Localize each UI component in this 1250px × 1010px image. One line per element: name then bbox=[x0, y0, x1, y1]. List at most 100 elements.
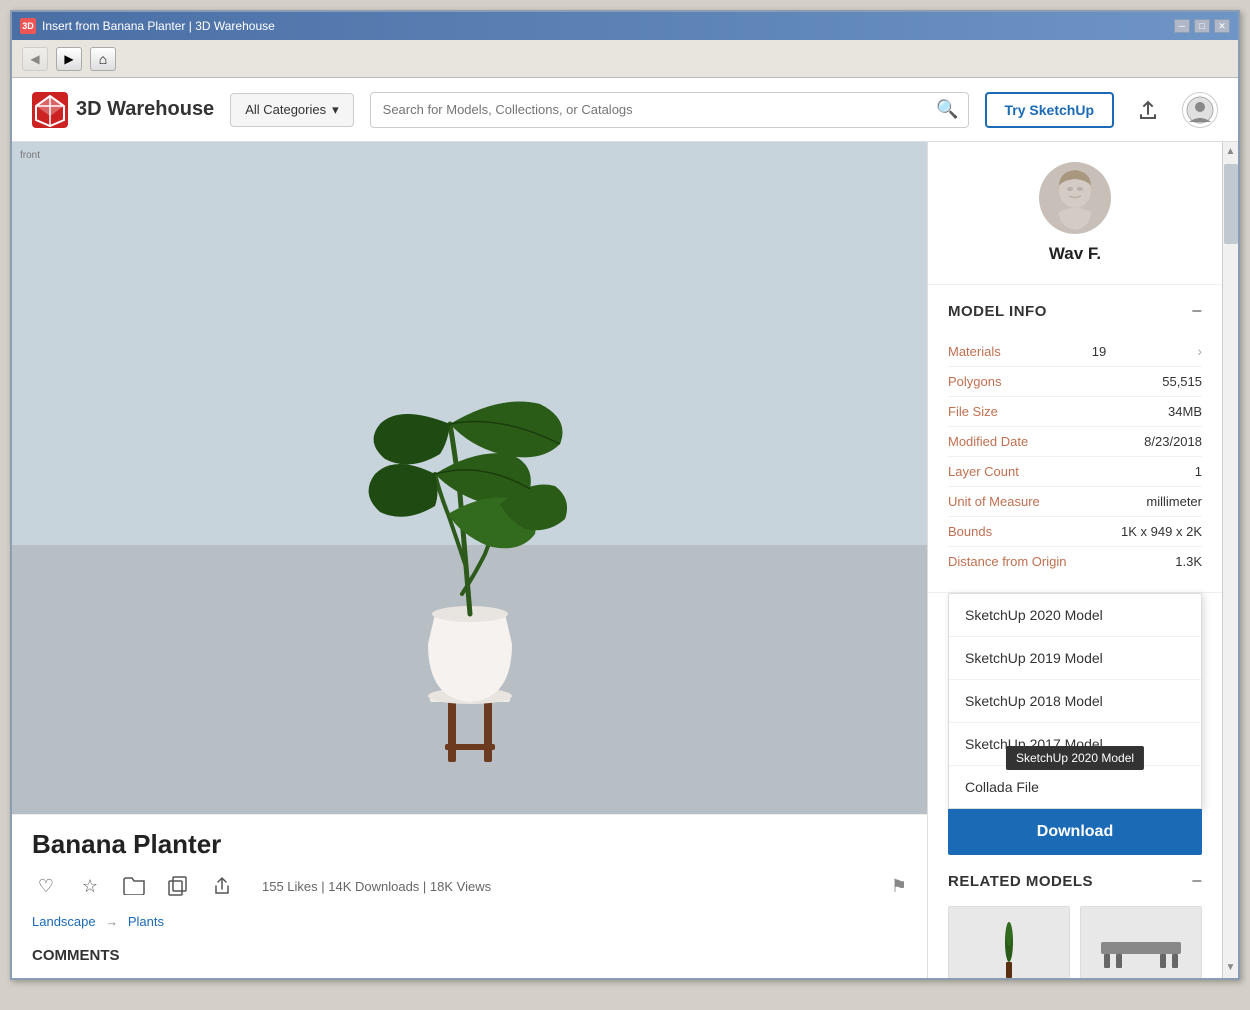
app-icon: 3D bbox=[20, 18, 36, 34]
like-button[interactable]: ♡ bbox=[32, 872, 60, 900]
info-label-7: Distance from Origin bbox=[948, 554, 1066, 569]
info-value-6: 1K x 949 x 2K bbox=[1121, 524, 1202, 539]
action-bar: ♡ ☆ bbox=[32, 872, 907, 900]
info-label-6: Bounds bbox=[948, 524, 992, 539]
related-card-plant11[interactable]: Plant 11 bbox=[948, 906, 1070, 978]
category-label: All Categories bbox=[245, 102, 326, 117]
scroll-up-arrow[interactable]: ▲ bbox=[1223, 142, 1238, 162]
app-header: 3D Warehouse All Categories ▾ 🔍 Try Sket… bbox=[12, 78, 1238, 142]
info-row-5: Unit of Measure millimeter bbox=[948, 487, 1202, 517]
window-title: Insert from Banana Planter | 3D Warehous… bbox=[42, 19, 275, 33]
logo-text: 3D Warehouse bbox=[76, 98, 214, 121]
info-value-5: millimeter bbox=[1146, 494, 1202, 509]
info-value-4: 1 bbox=[1195, 464, 1202, 479]
home-button[interactable]: ⌂ bbox=[90, 47, 116, 71]
model-info-title: MODEL INFO bbox=[948, 303, 1047, 320]
folder-icon bbox=[123, 877, 145, 895]
related-card-kordus[interactable]: KORDUS Daybed bbox=[1080, 906, 1202, 978]
related-thumb-kordus bbox=[1081, 907, 1201, 978]
breadcrumb: Landscape → Plants bbox=[32, 914, 907, 929]
model-viewer[interactable]: front bbox=[12, 142, 927, 814]
download-option-sketchup2020[interactable]: SketchUp 2020 Model bbox=[949, 594, 1201, 637]
download-option-sketchup2018[interactable]: SketchUp 2018 Model bbox=[949, 680, 1201, 723]
back-button[interactable]: ◀ bbox=[22, 47, 48, 71]
info-label-0: Materials bbox=[948, 344, 1001, 359]
model-info-header: MODEL INFO − bbox=[948, 301, 1202, 322]
related-collapse-button[interactable]: − bbox=[1191, 871, 1202, 892]
info-row-1: Polygons 55,515 bbox=[948, 367, 1202, 397]
upload-icon bbox=[1138, 100, 1158, 120]
download-option-sketchup2019[interactable]: SketchUp 2019 Model SketchUp 2020 Model bbox=[949, 637, 1201, 680]
user-profile-button[interactable] bbox=[1182, 92, 1218, 128]
scrollbar[interactable]: ▲ ▼ bbox=[1222, 142, 1238, 978]
info-row-0[interactable]: Materials 19 › bbox=[948, 336, 1202, 367]
info-rows-container: Materials 19 › Polygons 55,515 File Size… bbox=[948, 336, 1202, 576]
content-area: front bbox=[12, 142, 1238, 978]
nav-toolbar: ◀ ▶ ⌂ bbox=[12, 40, 1238, 78]
window-controls[interactable]: ─ □ ✕ bbox=[1174, 19, 1230, 33]
right-panel: Wav F. MODEL INFO − Materials 19 › Polyg… bbox=[927, 142, 1222, 978]
info-value-2: 34MB bbox=[1168, 404, 1202, 419]
flag-button[interactable]: ⚑ bbox=[891, 876, 907, 897]
logo-icon bbox=[32, 92, 68, 128]
logo-area: 3D Warehouse bbox=[32, 92, 214, 128]
info-row-6: Bounds 1K x 949 x 2K bbox=[948, 517, 1202, 547]
copy-icon bbox=[168, 876, 188, 896]
info-value-0: 19 bbox=[1092, 344, 1106, 359]
info-row-3: Modified Date 8/23/2018 bbox=[948, 427, 1202, 457]
download-section: SketchUp 2020 Model SketchUp 2019 Model … bbox=[928, 593, 1222, 855]
search-input[interactable] bbox=[371, 102, 928, 117]
info-label-3: Modified Date bbox=[948, 434, 1028, 449]
collapse-button[interactable]: − bbox=[1191, 301, 1202, 322]
model-panel: front bbox=[12, 142, 927, 978]
plant-image bbox=[300, 334, 640, 814]
info-label-5: Unit of Measure bbox=[948, 494, 1040, 509]
minimize-button[interactable]: ─ bbox=[1174, 19, 1190, 33]
info-value-1: 55,515 bbox=[1162, 374, 1202, 389]
info-label-1: Polygons bbox=[948, 374, 1001, 389]
info-value-3: 8/23/2018 bbox=[1144, 434, 1202, 449]
info-label-4: Layer Count bbox=[948, 464, 1019, 479]
download-button[interactable]: Download bbox=[948, 809, 1202, 855]
info-row-2: File Size 34MB bbox=[948, 397, 1202, 427]
folder-button[interactable] bbox=[120, 872, 148, 900]
chevron-down-icon: ▾ bbox=[332, 102, 339, 118]
user-avatar[interactable] bbox=[1039, 162, 1111, 234]
search-bar: 🔍 bbox=[370, 92, 969, 128]
restore-button[interactable]: □ bbox=[1194, 19, 1210, 33]
title-bar: 3D Insert from Banana Planter | 3D Wareh… bbox=[12, 12, 1238, 40]
upload-button[interactable] bbox=[1130, 92, 1166, 128]
model-info-section: MODEL INFO − Materials 19 › Polygons 55,… bbox=[928, 285, 1222, 593]
user-name: Wav F. bbox=[948, 244, 1202, 264]
related-section: RELATED MODELS − Plant 11 bbox=[928, 855, 1222, 978]
info-row-7: Distance from Origin 1.3K bbox=[948, 547, 1202, 576]
model-title: Banana Planter bbox=[32, 829, 907, 860]
copy-button[interactable] bbox=[164, 872, 192, 900]
model-stats: 155 Likes | 14K Downloads | 18K Views bbox=[262, 879, 491, 894]
category-dropdown[interactable]: All Categories ▾ bbox=[230, 93, 353, 127]
related-grid: Plant 11 KORDUS Daybed bbox=[948, 906, 1202, 978]
user-icon bbox=[1186, 96, 1214, 124]
scroll-thumb[interactable] bbox=[1224, 164, 1238, 244]
download-dropdown: SketchUp 2020 Model SketchUp 2019 Model … bbox=[948, 593, 1202, 809]
download-option-collada[interactable]: Collada File bbox=[949, 766, 1201, 808]
view-label: front bbox=[20, 150, 40, 161]
related-thumb-plant11 bbox=[949, 907, 1069, 978]
info-value-7: 1.3K bbox=[1175, 554, 1202, 569]
breadcrumb-landscape[interactable]: Landscape bbox=[32, 914, 96, 929]
breadcrumb-arrow: → bbox=[105, 914, 118, 929]
close-button[interactable]: ✕ bbox=[1214, 19, 1230, 33]
scroll-down-arrow[interactable]: ▼ bbox=[1223, 958, 1238, 978]
related-title: RELATED MODELS bbox=[948, 873, 1093, 890]
favorite-button[interactable]: ☆ bbox=[76, 872, 104, 900]
try-sketchup-button[interactable]: Try SketchUp bbox=[985, 92, 1114, 128]
info-arrow-0[interactable]: › bbox=[1197, 343, 1202, 359]
share-button[interactable] bbox=[208, 872, 236, 900]
breadcrumb-plants[interactable]: Plants bbox=[128, 914, 164, 929]
search-button[interactable]: 🔍 bbox=[928, 92, 968, 128]
info-label-2: File Size bbox=[948, 404, 998, 419]
forward-button[interactable]: ▶ bbox=[56, 47, 82, 71]
model-bottom: Banana Planter ♡ ☆ bbox=[12, 814, 927, 978]
related-header: RELATED MODELS − bbox=[948, 871, 1202, 892]
share-icon bbox=[212, 876, 232, 896]
